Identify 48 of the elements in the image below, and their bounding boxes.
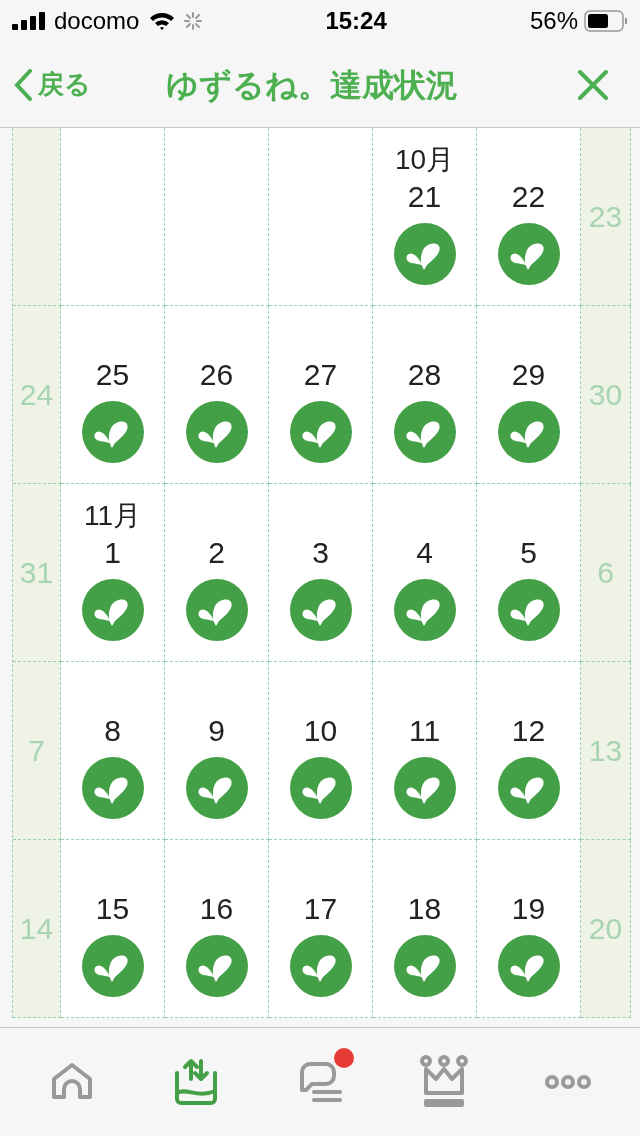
day-number: 26 — [199, 357, 234, 393]
close-button[interactable] — [578, 69, 608, 100]
day-number: 17 — [303, 891, 338, 927]
day-number: 9 — [208, 713, 225, 749]
day-number: 12 — [511, 713, 546, 749]
battery-icon — [584, 10, 628, 32]
month-label: 10月 — [394, 143, 455, 177]
battery-percent: 56% — [529, 6, 578, 36]
chevron-left-icon — [14, 68, 32, 101]
weekend-date: 23 — [588, 199, 623, 235]
weekend-date: 6 — [597, 555, 614, 591]
clock-time: 15:24 — [325, 6, 387, 36]
weekend-date: 30 — [588, 377, 623, 413]
day-number: 19 — [511, 891, 546, 927]
more-icon — [544, 1074, 592, 1090]
weekend-date: 13 — [588, 733, 623, 769]
loading-icon — [183, 11, 204, 31]
day-number: 18 — [407, 891, 442, 927]
weekend-date: 7 — [28, 733, 45, 769]
weekend-date: 14 — [19, 911, 54, 947]
close-icon — [578, 69, 608, 100]
day-number: 10 — [303, 713, 338, 749]
day-number: 5 — [520, 535, 537, 571]
page-title: ゆずるね。達成状況 — [166, 65, 458, 105]
day-number: 15 — [95, 891, 130, 927]
weekend-date: 24 — [19, 377, 54, 413]
day-number: 3 — [312, 535, 329, 571]
carrier-name: docomo — [54, 6, 140, 36]
day-number: 28 — [407, 357, 442, 393]
day-number: 21 — [407, 179, 442, 215]
signal-icon — [12, 12, 48, 30]
weekend-date: 20 — [588, 911, 623, 947]
tray-arrows-icon — [173, 1057, 219, 1107]
day-number: 25 — [95, 357, 130, 393]
day-number: 22 — [511, 179, 546, 215]
day-number: 4 — [416, 535, 433, 571]
day-number: 27 — [303, 357, 338, 393]
wifi-icon — [149, 11, 176, 31]
day-number: 11 — [408, 713, 441, 749]
day-number: 16 — [199, 891, 234, 927]
day-number: 29 — [511, 357, 546, 393]
back-button[interactable]: 戻る — [14, 65, 91, 104]
month-label: 11月 — [83, 499, 142, 533]
day-number: 8 — [104, 713, 121, 749]
crown-icon — [418, 1055, 470, 1109]
weekend-date: 31 — [19, 555, 54, 591]
day-number: 2 — [208, 535, 225, 571]
day-number: 1 — [104, 535, 121, 571]
